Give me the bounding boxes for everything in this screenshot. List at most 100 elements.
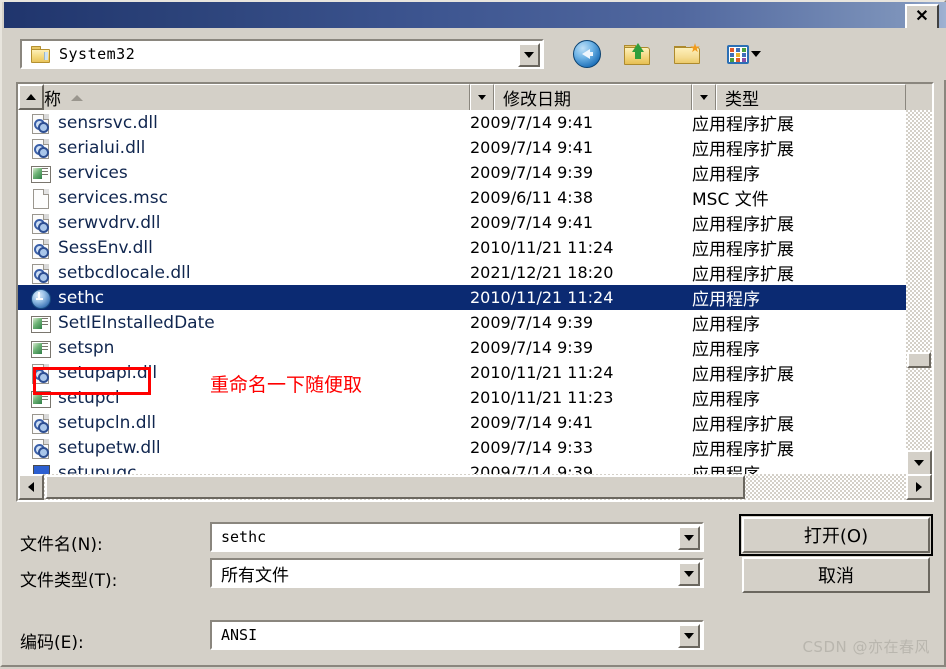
file-name: SessEnv.dll — [58, 237, 153, 258]
column-header-date-label: 修改日期 — [503, 90, 571, 110]
file-name: setupcln.dll — [58, 412, 157, 433]
file-name: serwvdrv.dll — [58, 212, 161, 233]
file-type: 应用程序扩展 — [692, 240, 794, 260]
table-row[interactable]: setupcln.dll 2009/7/14 9:41 应用程序扩展 — [18, 410, 932, 435]
chevron-down-icon — [524, 52, 534, 58]
chevron-down-icon — [478, 95, 486, 100]
dll-icon — [30, 438, 50, 459]
vertical-scrollbar[interactable] — [906, 84, 932, 476]
table-row[interactable]: setspn 2009/7/14 9:39 应用程序 — [18, 335, 932, 360]
horizontal-scroll-thumb[interactable] — [45, 475, 745, 499]
filename-label: 文件名(N): — [20, 535, 103, 555]
table-row[interactable]: setbcdlocale.dll 2021/12/21 18:20 应用程序扩展 — [18, 260, 932, 285]
file-name: services — [58, 162, 128, 183]
file-date: 2021/12/21 18:20 — [470, 263, 614, 282]
scroll-right-button[interactable] — [906, 474, 932, 500]
file-type: 应用程序扩展 — [692, 440, 794, 460]
file-type: 应用程序扩展 — [692, 265, 794, 285]
chevron-down-icon — [684, 571, 694, 577]
scroll-down-button[interactable] — [906, 450, 932, 476]
filename-dropdown-button[interactable] — [678, 526, 700, 550]
views-button[interactable] — [720, 40, 768, 68]
cancel-button[interactable]: 取消 — [742, 557, 930, 593]
file-date: 2010/11/21 11:24 — [470, 363, 614, 382]
file-date: 2009/7/14 9:39 — [470, 338, 594, 357]
file-date: 2010/11/21 11:24 — [470, 288, 614, 307]
chevron-up-icon — [26, 94, 36, 100]
folder-icon — [31, 46, 50, 63]
file-date: 2009/6/11 4:38 — [470, 188, 594, 207]
scroll-up-button[interactable] — [18, 84, 44, 110]
close-button[interactable]: ✕ — [905, 4, 939, 30]
back-arrow-icon — [573, 40, 601, 68]
file-rows-container: sensrsvc.dll 2009/7/14 9:41 应用程序扩展 serialui… — [18, 110, 932, 484]
file-name: serialui.dll — [58, 137, 146, 158]
encoding-label: 编码(E): — [20, 633, 84, 653]
column-header-date[interactable]: 修改日期 — [494, 84, 692, 110]
file-type: 应用程序 — [692, 390, 760, 410]
file-name: SetIEInstalledDate — [58, 312, 215, 333]
file-type: 应用程序扩展 — [692, 140, 794, 160]
chevron-left-icon — [28, 482, 34, 492]
encoding-value: ANSI — [221, 626, 258, 644]
file-type: 应用程序扩展 — [692, 415, 794, 435]
filename-input[interactable]: sethc — [210, 522, 704, 552]
file-type: 应用程序 — [692, 290, 760, 310]
new-folder-button[interactable] — [672, 40, 702, 68]
dll-icon — [30, 413, 50, 434]
file-type: 应用程序 — [692, 315, 760, 335]
table-row[interactable]: SetIEInstalledDate 2009/7/14 9:39 应用程序 — [18, 310, 932, 335]
table-row[interactable]: setupcl 2010/11/21 11:23 应用程序 — [18, 385, 932, 410]
file-list-view: 名称 修改日期 类型 sensrsvc.dll 2009/7/14 9:41 应用程… — [16, 82, 934, 502]
table-row[interactable]: setupetw.dll 2009/7/14 9:33 应用程序扩展 — [18, 435, 932, 460]
table-row[interactable]: setupapi.dll 2010/11/21 11:24 应用程序扩展 — [18, 360, 932, 385]
dll-icon — [30, 238, 50, 259]
file-name: sethc — [58, 287, 105, 308]
encoding-select[interactable]: ANSI — [210, 620, 704, 650]
vertical-scroll-track[interactable] — [906, 110, 932, 450]
up-one-level-button[interactable] — [622, 40, 652, 68]
file-date: 2010/11/21 11:23 — [470, 388, 614, 407]
dll-icon — [30, 113, 50, 134]
close-icon: ✕ — [915, 8, 929, 25]
file-open-dialog: ✕ System32 名称 修改日期 类型 sensrsvc.dll 2009/… — [0, 0, 946, 667]
encoding-dropdown-button[interactable] — [678, 624, 700, 648]
filetype-dropdown-button[interactable] — [678, 562, 700, 586]
title-bar: ✕ — [4, 2, 946, 30]
file-name: setspn — [58, 337, 115, 358]
file-date: 2009/7/14 9:39 — [470, 313, 594, 332]
horizontal-scrollbar[interactable] — [18, 474, 932, 500]
chevron-down-icon — [684, 633, 694, 639]
rename-annotation-text: 重命名一下随便取 — [210, 374, 363, 396]
filename-value: sethc — [221, 528, 267, 546]
file-date: 2009/7/14 9:41 — [470, 413, 594, 432]
table-row[interactable]: SessEnv.dll 2010/11/21 11:24 应用程序扩展 — [18, 235, 932, 260]
file-name: setupcl — [58, 387, 120, 408]
back-button[interactable] — [572, 40, 602, 68]
file-type: 应用程序 — [692, 340, 760, 360]
file-name: setupetw.dll — [58, 437, 161, 458]
column-header-name[interactable]: 名称 — [18, 84, 470, 110]
filetype-select[interactable]: 所有文件 — [210, 558, 704, 588]
table-row[interactable]: services 2009/7/14 9:39 应用程序 — [18, 160, 932, 185]
table-row[interactable]: serwvdrv.dll 2009/7/14 9:41 应用程序扩展 — [18, 210, 932, 235]
file-date: 2009/7/14 9:41 — [470, 213, 594, 232]
dll-icon — [30, 263, 50, 284]
vertical-scroll-thumb[interactable] — [907, 352, 931, 368]
file-name: setbcdlocale.dll — [58, 262, 191, 283]
open-button[interactable]: 打开(O) — [739, 514, 933, 556]
file-date: 2009/7/14 9:33 — [470, 438, 594, 457]
path-dropdown-button[interactable] — [518, 43, 540, 67]
table-row[interactable]: sethc 2010/11/21 11:24 应用程序 — [18, 285, 932, 310]
column-header-type[interactable]: 类型 — [716, 84, 906, 110]
column-filter-date[interactable] — [692, 84, 716, 110]
scroll-left-button[interactable] — [18, 474, 44, 500]
table-row[interactable]: services.msc 2009/6/11 4:38 MSC 文件 — [18, 185, 932, 210]
column-filter-name[interactable] — [470, 84, 494, 110]
table-row[interactable]: sensrsvc.dll 2009/7/14 9:41 应用程序扩展 — [18, 110, 932, 135]
filetype-value: 所有文件 — [221, 565, 289, 586]
file-type: MSC 文件 — [692, 190, 769, 210]
table-row[interactable]: serialui.dll 2009/7/14 9:41 应用程序扩展 — [18, 135, 932, 160]
path-combobox[interactable]: System32 — [20, 39, 544, 69]
filetype-label: 文件类型(T): — [20, 571, 118, 591]
